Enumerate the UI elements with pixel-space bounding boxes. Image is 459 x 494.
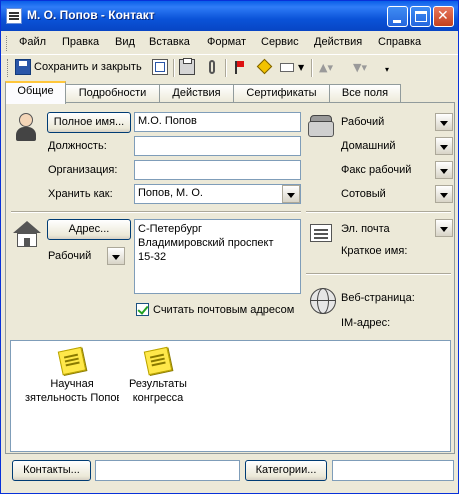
note-icon: [143, 346, 173, 376]
im-address-label: IM-адрес:: [341, 317, 391, 329]
tab-certificates[interactable]: Сертификаты: [233, 84, 330, 103]
contacts-field[interactable]: [95, 460, 240, 481]
paperclip-icon[interactable]: [204, 59, 220, 75]
maximize-icon: [415, 11, 427, 22]
address-textarea[interactable]: С-Петербург Владимировский проспект 15-3…: [134, 219, 301, 294]
attachment-name-line: Научная: [50, 378, 94, 390]
address-line: Владимировский проспект: [138, 237, 274, 249]
phone-home-dropdown[interactable]: [435, 137, 453, 155]
attachment-name-line: Результаты: [129, 378, 187, 390]
notes-area[interactable]: Научная зятельность Попов Результаты кон…: [10, 340, 451, 452]
address-button[interactable]: Адрес...: [47, 219, 131, 240]
address-line: 15-32: [138, 251, 167, 263]
phone-mobile-dropdown[interactable]: [435, 185, 453, 203]
address-type-label: Рабочий: [48, 250, 92, 262]
categories-button[interactable]: Категории...: [245, 460, 327, 481]
minimize-button[interactable]: [387, 6, 408, 27]
tab-general[interactable]: Общие: [5, 81, 66, 104]
attachment-item[interactable]: Результаты конгресса: [115, 346, 201, 405]
save-as-icon[interactable]: [152, 59, 168, 75]
address-type-dropdown[interactable]: [107, 247, 125, 265]
attachment-item[interactable]: Научная зятельность Попов: [25, 346, 119, 405]
person-icon: [14, 113, 38, 143]
tab-details[interactable]: Подробности: [65, 84, 160, 103]
toolbar-separator: [225, 59, 227, 77]
file-as-value: Попов, М. О.: [138, 187, 203, 199]
new-message-icon[interactable]: [279, 59, 295, 75]
title-bar[interactable]: М. О. Попов - Контакт ✕: [1, 1, 458, 31]
previous-item-icon[interactable]: ▲▾: [319, 61, 333, 74]
phone-fax-dropdown[interactable]: [435, 161, 453, 179]
chevron-down-icon[interactable]: ▼: [298, 63, 304, 72]
note-icon: [57, 346, 87, 376]
job-title-field[interactable]: [134, 136, 301, 156]
contact-card-icon: [6, 8, 22, 24]
web-globe-icon: [308, 286, 338, 316]
mailing-address-label: Считать почтовым адресом: [153, 304, 295, 316]
job-title-label: Должность:: [48, 140, 107, 152]
close-icon: ✕: [437, 8, 449, 24]
email-label: Эл. почта: [341, 223, 390, 235]
phone-business-dropdown[interactable]: [435, 113, 453, 131]
address-line: С-Петербург: [138, 223, 202, 235]
menu-actions[interactable]: Действия: [314, 36, 362, 48]
minimize-icon: [393, 20, 401, 23]
menu-file[interactable]: Файл: [19, 36, 46, 48]
phone-home-label: Домашний: [341, 140, 396, 152]
window-title: М. О. Попов - Контакт: [27, 8, 155, 22]
phone-business-fax-label: Факс рабочий: [341, 164, 412, 176]
display-as-label: Краткое имя:: [341, 245, 408, 257]
section-divider: [306, 211, 451, 213]
map-address-icon[interactable]: [256, 58, 273, 75]
full-name-button[interactable]: Полное имя...: [47, 112, 131, 133]
file-as-dropdown-button[interactable]: [282, 185, 300, 203]
section-divider: [306, 273, 451, 275]
full-name-field[interactable]: М.О. Попов: [134, 112, 301, 132]
menu-help[interactable]: Справка: [378, 36, 421, 48]
menu-bar: Файл Правка Вид Вставка Формат Сервис Де…: [1, 32, 458, 54]
tab-all-fields[interactable]: Все поля: [329, 84, 401, 103]
flag-icon[interactable]: [231, 59, 247, 75]
close-button[interactable]: ✕: [433, 6, 454, 27]
save-icon: [15, 59, 31, 75]
company-field[interactable]: [134, 160, 301, 180]
toolbar-separator: [173, 59, 175, 77]
menu-format[interactable]: Формат: [207, 36, 246, 48]
tab-strip: Общие Подробности Действия Сертификаты В…: [1, 81, 458, 104]
print-icon[interactable]: [179, 58, 195, 75]
email-dropdown[interactable]: [435, 219, 453, 237]
house-icon: [13, 221, 41, 249]
menu-edit[interactable]: Правка: [62, 36, 99, 48]
file-as-combo[interactable]: Попов, М. О.: [134, 184, 301, 204]
menu-view[interactable]: Вид: [115, 36, 135, 48]
phone-business-label: Рабочий: [341, 116, 385, 128]
mailing-address-checkbox[interactable]: [136, 303, 149, 316]
webpage-label: Веб-страница:: [341, 292, 415, 304]
section-divider: [11, 211, 301, 213]
toolbar-grip: [7, 59, 10, 77]
menu-tools[interactable]: Сервис: [261, 36, 299, 48]
contacts-button[interactable]: Контакты...: [12, 460, 91, 481]
telephone-icon: [306, 113, 336, 139]
save-and-close-button[interactable]: Сохранить и закрыть: [34, 61, 142, 73]
company-label: Организация:: [48, 164, 118, 176]
maximize-button[interactable]: [410, 6, 431, 27]
standard-toolbar: Сохранить и закрыть ▼ ▲▾ ▼▾ ▾: [1, 54, 458, 80]
file-as-label: Хранить как:: [48, 188, 113, 200]
attachment-name-line: конгресса: [132, 392, 184, 404]
tab-activities[interactable]: Действия: [159, 84, 234, 103]
menu-grip: [6, 36, 9, 51]
toolbar-options-icon[interactable]: ▾: [385, 65, 389, 74]
contact-window: М. О. Попов - Контакт ✕ Файл Правка Вид …: [0, 0, 459, 494]
next-item-icon[interactable]: ▼▾: [353, 61, 367, 74]
toolbar-separator: [311, 59, 313, 77]
categories-field[interactable]: [332, 460, 454, 481]
menu-insert[interactable]: Вставка: [149, 36, 190, 48]
attachment-name-line: зятельность Попов: [25, 392, 119, 404]
email-card-icon: [306, 218, 336, 248]
phone-mobile-label: Сотовый: [341, 188, 386, 200]
